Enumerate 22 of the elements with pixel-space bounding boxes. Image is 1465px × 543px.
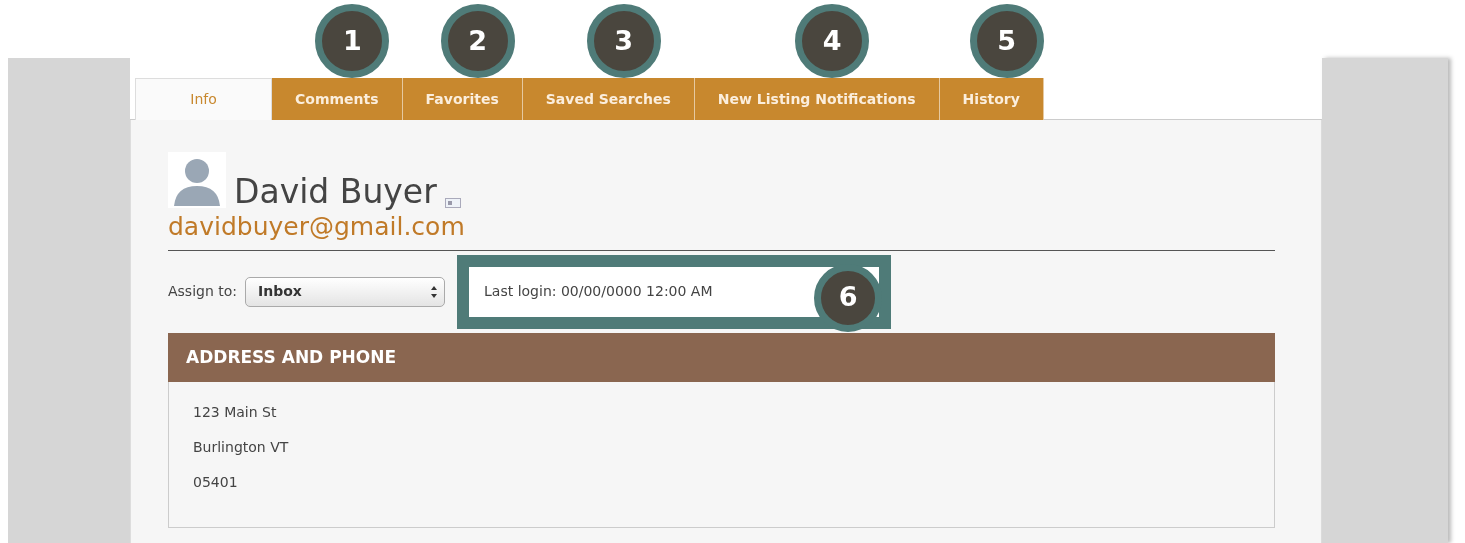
last-login-text: Last login: 00/00/0000 12:00 AM <box>484 282 713 301</box>
tab[interactable]: History <box>939 78 1044 120</box>
callout-number: 3 <box>586 4 661 78</box>
callout-number: 4 <box>795 4 870 78</box>
address-line: Burlington VT <box>193 438 290 457</box>
user-silhouette-icon <box>168 152 226 208</box>
callout-number: 1 <box>315 4 390 78</box>
section-header: ADDRESS AND PHONE <box>168 332 1275 382</box>
assign-label: Assign to: <box>168 282 238 301</box>
contact-name: David Buyer <box>234 175 437 208</box>
address-line: 123 Main St <box>193 403 278 422</box>
assign-dropdown[interactable]: Inbox <box>245 276 446 307</box>
address-line: 05401 <box>193 473 239 492</box>
stepper-icon <box>430 284 439 299</box>
tab[interactable]: Favorites <box>402 78 523 120</box>
callout-number: 2 <box>440 4 515 78</box>
callout-number: 5 <box>969 4 1044 78</box>
tab[interactable]: New Listing Notifications <box>694 78 940 120</box>
tab[interactable]: Info <box>135 78 272 120</box>
vcard-icon[interactable] <box>444 198 461 208</box>
tab[interactable]: Comments <box>272 78 403 120</box>
tab[interactable]: Saved Searches <box>522 78 695 120</box>
